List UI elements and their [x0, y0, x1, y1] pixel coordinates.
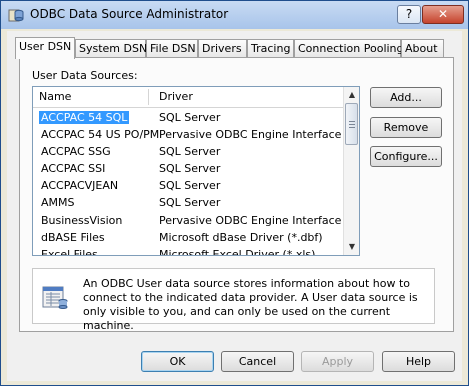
tab-connection-pooling[interactable]: Connection Pooling — [294, 39, 404, 58]
scroll-down-icon[interactable]: ▼ — [344, 239, 359, 255]
row-driver: SQL Server — [159, 162, 221, 176]
list-item[interactable]: BusinessVision Pervasive ODBC Engine Inte… — [33, 212, 344, 229]
list-header: Name Driver — [33, 87, 344, 108]
row-name: ACCPAC 54 SQL — [39, 111, 130, 124]
list-item[interactable]: ACCPAC SSI SQL Server — [33, 160, 344, 177]
ok-button[interactable]: OK — [141, 351, 214, 372]
row-name: ACCPAC 54 US PO/PM — [41, 128, 160, 142]
list-item[interactable]: dBASE Files Microsoft dBase Driver (*.dbf… — [33, 229, 344, 246]
tab-about[interactable]: About — [401, 39, 444, 58]
row-driver: Pervasive ODBC Engine Interface — [159, 213, 342, 227]
cancel-button[interactable]: Cancel — [221, 351, 294, 372]
row-driver: SQL Server — [159, 196, 221, 210]
tab-tracing[interactable]: Tracing — [247, 39, 294, 58]
row-driver: Microsoft Excel Driver (*.xls) — [159, 247, 316, 256]
row-driver: Pervasive ODBC Engine Interface — [159, 128, 342, 142]
info-box: An ODBC User data source stores informat… — [32, 268, 435, 332]
help-button[interactable]: Help — [382, 351, 455, 372]
add-button[interactable]: Add... — [370, 87, 442, 108]
tab-user-dsn[interactable]: User DSN — [15, 37, 75, 59]
row-driver: SQL Server — [159, 179, 221, 193]
odbc-app-icon — [8, 9, 24, 22]
grip-line — [349, 121, 355, 122]
window-title: ODBC Data Source Administrator — [30, 7, 229, 21]
list-scrollbar[interactable]: ▲ ▼ — [343, 87, 359, 255]
list-rows: ACCPAC 54 SQL SQL Server ACCPAC 54 US PO/… — [33, 109, 344, 256]
title-bar[interactable]: ODBC Data Source Administrator ? ✕ — [1, 1, 468, 29]
info-text: An ODBC User data source stores informat… — [83, 277, 418, 332]
row-name: Excel Files — [41, 247, 98, 256]
apply-button[interactable]: Apply — [301, 351, 374, 372]
column-header-driver[interactable]: Driver — [159, 90, 193, 103]
tab-file-dsn[interactable]: File DSN — [146, 39, 198, 58]
row-name: AMMS — [41, 196, 75, 210]
scroll-up-icon[interactable]: ▲ — [344, 87, 359, 103]
dialog-client: User DSN System DSN File DSN Drivers Tra… — [7, 31, 462, 381]
help-title-button[interactable]: ? — [397, 5, 421, 24]
odbc-window: ODBC Data Source Administrator ? ✕ User … — [0, 0, 469, 386]
list-item[interactable]: ACCPACVJEAN SQL Server — [33, 177, 344, 194]
user-data-sources-label: User Data Sources: — [32, 69, 138, 82]
close-button[interactable]: ✕ — [422, 5, 464, 24]
grip-line — [349, 124, 355, 125]
column-header-name[interactable]: Name — [39, 90, 71, 103]
list-item[interactable]: ACCPAC SSG SQL Server — [33, 143, 344, 160]
user-dsn-panel: User Data Sources: Name Driver ACCPAC 54… — [19, 57, 454, 332]
row-driver: Microsoft dBase Driver (*.dbf) — [159, 230, 323, 244]
grip-line — [349, 127, 355, 128]
tab-drivers[interactable]: Drivers — [198, 39, 247, 58]
configure-button[interactable]: Configure... — [370, 146, 442, 167]
row-driver: SQL Server — [159, 145, 221, 159]
scroll-thumb[interactable] — [345, 103, 358, 145]
row-name: ACCPAC SSI — [41, 162, 106, 176]
row-driver: SQL Server — [159, 111, 221, 124]
column-divider[interactable] — [148, 89, 149, 105]
row-name: BusinessVision — [41, 213, 123, 227]
row-name: ACCPAC SSG — [41, 145, 111, 159]
remove-button[interactable]: Remove — [370, 117, 442, 138]
data-sources-list[interactable]: Name Driver ACCPAC 54 SQL SQL Server ACCP… — [32, 86, 360, 256]
tab-system-dsn[interactable]: System DSN — [75, 39, 147, 58]
list-item[interactable]: ACCPAC 54 US PO/PM Pervasive ODBC Engine … — [33, 126, 344, 143]
row-name: dBASE Files — [41, 230, 105, 244]
list-item[interactable]: AMMS SQL Server — [33, 194, 344, 211]
data-source-icon — [42, 286, 68, 309]
row-name: ACCPACVJEAN — [41, 179, 119, 193]
list-item[interactable]: Excel Files Microsoft Excel Driver (*.xls… — [33, 246, 344, 256]
list-item[interactable]: ACCPAC 54 SQL SQL Server — [33, 109, 344, 126]
